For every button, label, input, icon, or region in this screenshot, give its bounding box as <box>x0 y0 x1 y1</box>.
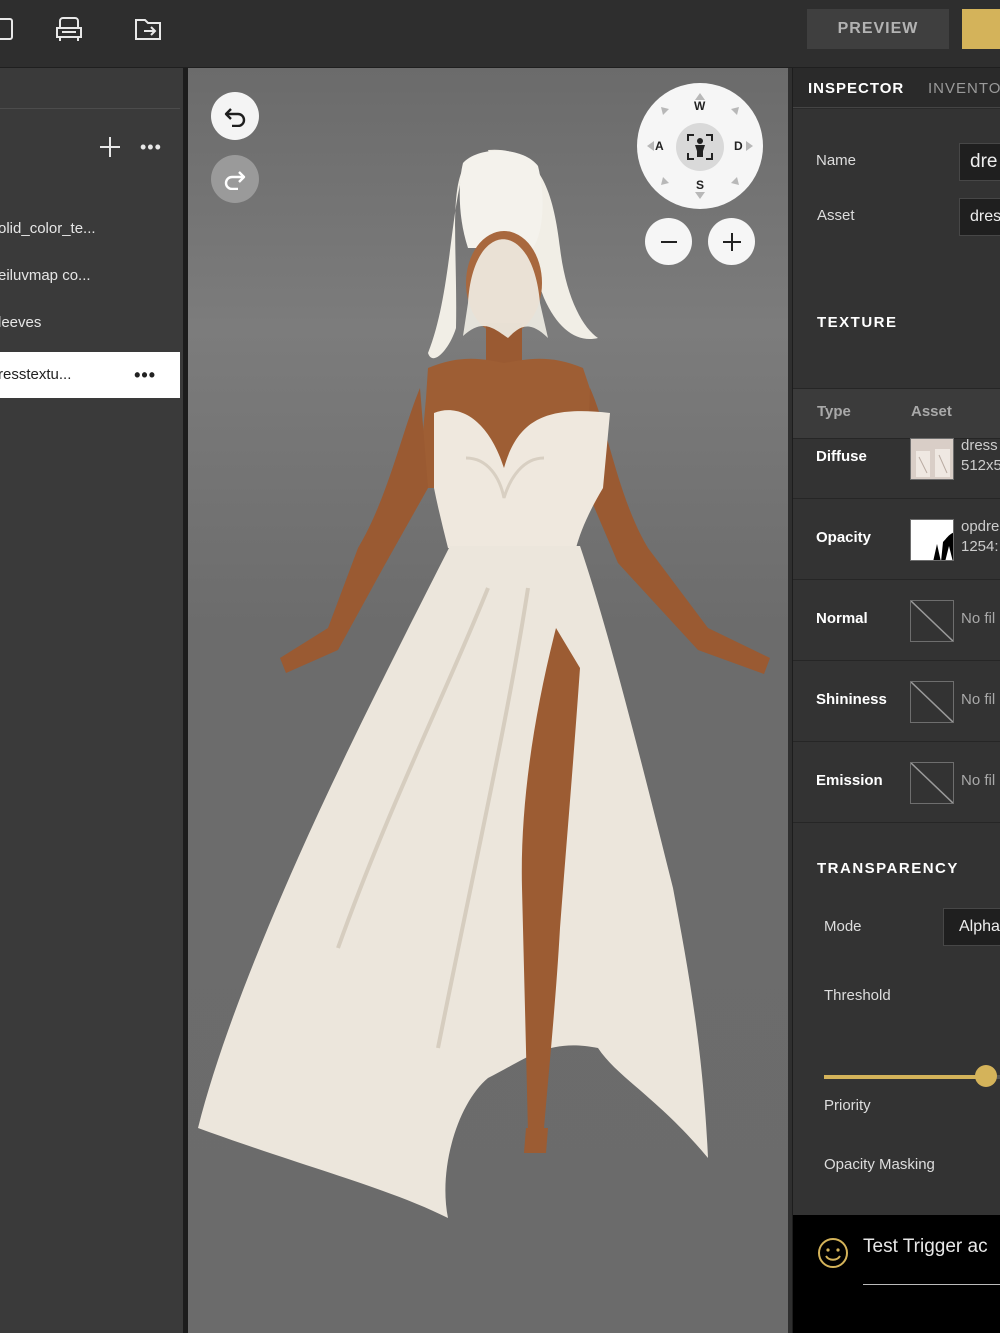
transparency-section-title: TRANSPARENCY <box>817 860 959 877</box>
layer-item[interactable]: olid_color_te... <box>0 206 180 252</box>
texture-row-emission[interactable]: Emission No fil <box>793 743 1000 823</box>
asset-field[interactable]: dres <box>959 198 1000 236</box>
texture-file-name: No fil <box>961 610 996 627</box>
type-column-header: Type <box>817 403 851 420</box>
divider <box>0 108 180 109</box>
zoom-in-button[interactable] <box>708 218 755 265</box>
texture-file-name: opdre 1254: <box>961 518 1000 555</box>
threshold-slider-thumb[interactable] <box>975 1065 997 1087</box>
priority-label: Priority <box>824 1097 871 1114</box>
layer-item-selected[interactable]: resstextu... ••• <box>0 352 180 398</box>
texture-row-shininess[interactable]: Shininess No fil <box>793 662 1000 742</box>
top-toolbar: PREVIEW <box>0 0 1000 68</box>
name-field[interactable]: dre <box>959 143 1000 181</box>
inspector-tabs: INSPECTOR INVENTO <box>793 68 1000 108</box>
tab-inspector[interactable]: INSPECTOR <box>808 80 904 97</box>
texture-row-diffuse[interactable]: Diffuse dress 512x5 <box>793 419 1000 499</box>
asset-column-header: Asset <box>911 403 952 420</box>
texture-type-label: Emission <box>816 772 883 789</box>
empty-texture-thumbnail[interactable] <box>910 681 954 723</box>
texture-type-label: Diffuse <box>816 448 867 465</box>
texture-row-normal[interactable]: Normal No fil <box>793 581 1000 661</box>
tab-inventory[interactable]: INVENTO <box>928 80 1000 97</box>
zoom-out-button[interactable] <box>645 218 692 265</box>
trigger-bar: Test Trigger ac <box>793 1215 1000 1333</box>
3d-viewport[interactable]: W S A D <box>188 68 788 1333</box>
opacity-masking-label: Opacity Masking <box>824 1156 935 1173</box>
export-folder-icon[interactable] <box>131 12 165 46</box>
trigger-input[interactable]: Test Trigger ac <box>863 1236 988 1258</box>
sofa-icon[interactable] <box>52 12 86 46</box>
smiley-icon[interactable] <box>817 1237 849 1269</box>
camera-compass[interactable]: W S A D <box>637 83 763 209</box>
trigger-input-underline <box>863 1284 1000 1285</box>
plus-icon <box>722 232 741 251</box>
redo-icon <box>224 171 246 190</box>
undo-icon <box>224 108 246 127</box>
opacity-thumbnail[interactable] <box>910 519 954 561</box>
app-window: PREVIEW ••• olid_color_te... eiluvmap co… <box>0 0 1000 1333</box>
layer-label: resstextu... <box>0 366 72 383</box>
inspector-body: Name dre Asset dres TEXTURE Type Asset D… <box>793 109 1000 1215</box>
layer-label: olid_color_te... <box>0 220 96 237</box>
mode-label: Mode <box>824 918 862 935</box>
texture-type-label: Shininess <box>816 691 887 708</box>
layer-more-button[interactable]: ••• <box>134 352 156 398</box>
threshold-slider[interactable] <box>824 1065 1000 1087</box>
texture-file-name: No fil <box>961 772 996 789</box>
reset-camera-button[interactable] <box>676 123 724 171</box>
inspector-panel: INSPECTOR INVENTO Name dre Asset dres TE… <box>792 68 1000 1333</box>
mode-select[interactable]: Alpha <box>943 908 1000 946</box>
undo-button[interactable] <box>211 92 259 140</box>
texture-type-label: Normal <box>816 610 868 627</box>
preview-button[interactable]: PREVIEW <box>807 9 949 49</box>
layer-label: eiluvmap co... <box>0 267 91 284</box>
texture-file-name: dress 512x5 <box>961 437 1000 474</box>
avatar-model <box>198 149 770 1218</box>
minus-icon <box>660 240 677 243</box>
layer-label: leeves <box>0 314 42 331</box>
empty-texture-thumbnail[interactable] <box>910 600 954 642</box>
texture-type-label: Opacity <box>816 529 872 546</box>
layers-panel: ••• olid_color_te... eiluvmap co... leev… <box>0 68 183 1333</box>
texture-section-title: TEXTURE <box>817 314 898 331</box>
diffuse-thumbnail[interactable] <box>910 438 954 480</box>
asset-label: Asset <box>817 207 855 224</box>
layer-item[interactable]: leeves <box>0 300 180 346</box>
redo-button[interactable] <box>211 155 259 203</box>
texture-file-name: No fil <box>961 691 996 708</box>
name-label: Name <box>816 152 857 169</box>
layers-more-button[interactable]: ••• <box>140 138 162 156</box>
person-focus-icon <box>687 134 713 160</box>
panel-icon[interactable] <box>0 12 20 46</box>
threshold-label: Threshold <box>824 987 891 1004</box>
layer-item[interactable]: eiluvmap co... <box>0 253 180 299</box>
threshold-slider-fill <box>824 1075 986 1079</box>
texture-row-opacity[interactable]: Opacity opdre 1254: <box>793 500 1000 580</box>
save-button[interactable] <box>962 9 1000 49</box>
empty-texture-thumbnail[interactable] <box>910 762 954 804</box>
add-layer-icon[interactable] <box>99 136 121 158</box>
